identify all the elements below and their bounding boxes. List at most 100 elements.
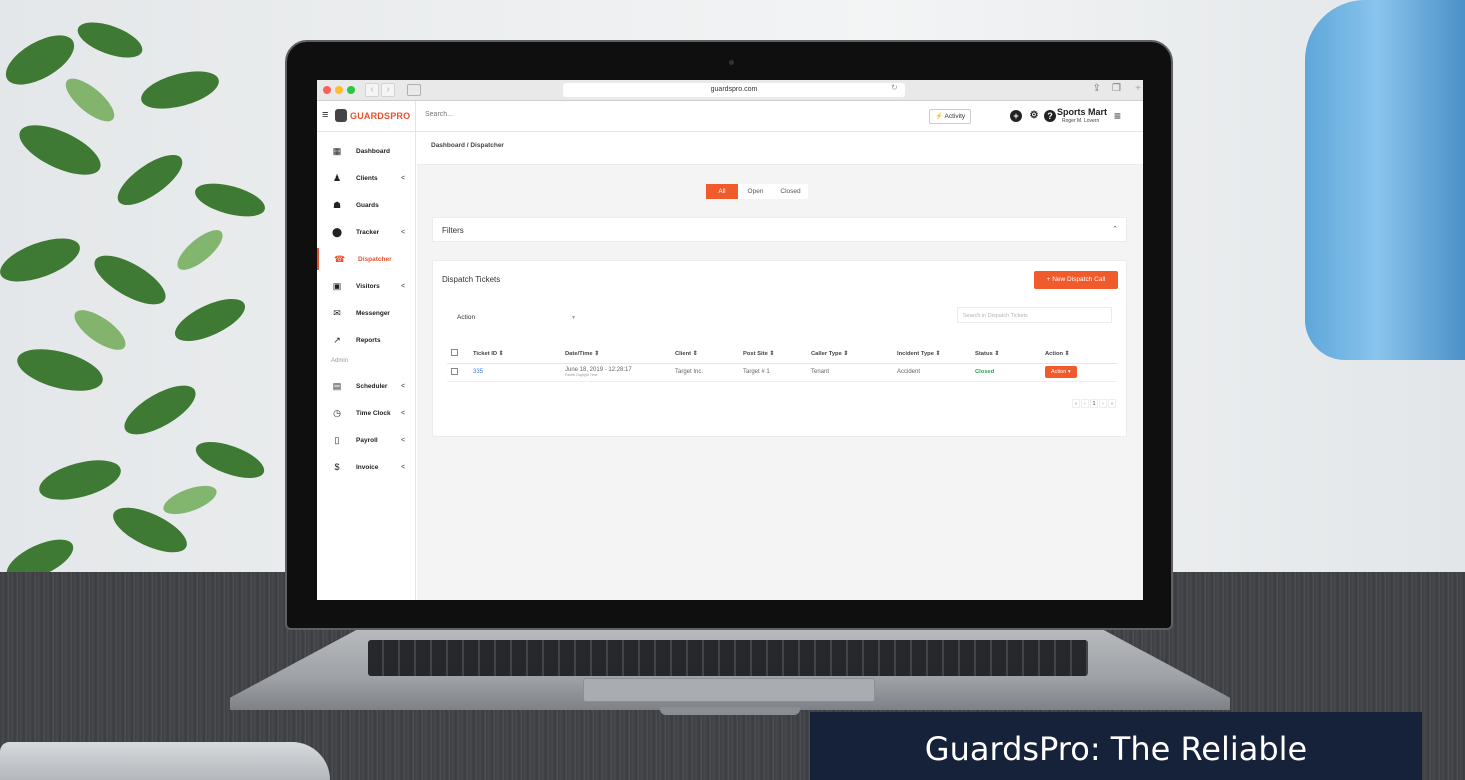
forward-icon[interactable]: › bbox=[381, 83, 395, 97]
share-icon[interactable]: ⇪ bbox=[1093, 83, 1101, 94]
back-icon[interactable]: ‹ bbox=[365, 83, 379, 97]
filters-panel[interactable]: Filters ⌃ bbox=[432, 217, 1127, 242]
sidebar-item-label: Clients bbox=[356, 174, 378, 182]
sidebar-item-reports[interactable]: ↗ Reports bbox=[317, 329, 416, 351]
chevron-left-icon: < bbox=[401, 436, 406, 444]
sidebar-item-messenger[interactable]: ✉ Messenger bbox=[317, 302, 416, 324]
laptop-lid: ‹ › guardspro.com ↻ ⇪ ❐ + ≡ GUARDSPRO ⚡ … bbox=[285, 40, 1173, 630]
sidebar-item-payroll[interactable]: ▯ Payroll < bbox=[317, 429, 416, 451]
sidebar-item-dispatcher[interactable]: ☎ Dispatcher bbox=[317, 248, 416, 270]
prev-page-button[interactable]: ‹ bbox=[1081, 399, 1089, 408]
column-header[interactable]: Client ⇕ bbox=[671, 345, 739, 364]
visitor-card-icon: ▣ bbox=[332, 281, 342, 291]
column-header[interactable]: Incident Type ⇕ bbox=[893, 345, 971, 364]
sidebar-item-label: Time Clock bbox=[356, 409, 391, 417]
new-dispatch-call-button[interactable]: + New Dispatch Call bbox=[1034, 271, 1118, 289]
sidebar-item-label: Reports bbox=[356, 336, 381, 344]
guard-icon: ☗ bbox=[332, 200, 342, 210]
sidebar-item-visitors[interactable]: ▣ Visitors < bbox=[317, 275, 416, 297]
column-header[interactable]: Action ⇕ bbox=[1041, 345, 1117, 364]
column-header[interactable]: Post Site ⇕ bbox=[739, 345, 807, 364]
status-filter-tabs: All Open Closed bbox=[706, 184, 808, 199]
chevron-up-icon[interactable]: ⌃ bbox=[1112, 225, 1118, 233]
chevron-left-icon: < bbox=[401, 228, 406, 236]
page-number-button[interactable]: 1 bbox=[1090, 399, 1098, 408]
sidebar-item-time-clock[interactable]: ◷ Time Clock < bbox=[317, 402, 416, 424]
filters-title: Filters bbox=[442, 226, 464, 235]
column-header[interactable]: Status ⇕ bbox=[971, 345, 1041, 364]
tab-open[interactable]: Open bbox=[738, 184, 773, 199]
sidebar-item-label: Visitors bbox=[356, 282, 380, 290]
ticket-incident-type: Accident bbox=[893, 363, 971, 382]
invoice-icon: $ bbox=[334, 462, 340, 472]
sidebar-item-guards[interactable]: ☗ Guards bbox=[317, 194, 416, 216]
column-header[interactable]: Date/Time ⇕ bbox=[561, 345, 671, 364]
new-tab-icon[interactable]: + bbox=[1135, 83, 1141, 94]
first-page-button[interactable]: « bbox=[1072, 399, 1080, 408]
table-header-row: Ticket ID ⇕ Date/Time ⇕ Client ⇕ Post Si… bbox=[447, 345, 1117, 364]
url-bar[interactable]: guardspro.com bbox=[563, 83, 905, 97]
tickets-table: Ticket ID ⇕ Date/Time ⇕ Client ⇕ Post Si… bbox=[447, 345, 1117, 382]
dispatcher-icon: ☎ bbox=[334, 254, 346, 264]
dispatch-tickets-panel: Dispatch Tickets + New Dispatch Call Act… bbox=[432, 260, 1127, 437]
camera-dot bbox=[729, 60, 734, 65]
document-icon: ▯ bbox=[334, 435, 340, 445]
tabs-icon[interactable]: ❐ bbox=[1112, 83, 1121, 94]
menu-icon[interactable]: ≡ bbox=[322, 109, 328, 121]
activity-label: Activity bbox=[944, 113, 966, 120]
app-header: ≡ GUARDSPRO ⚡ Activity + ⚙ ? Sports Mart… bbox=[317, 101, 1143, 132]
ticket-id-link[interactable]: 335 bbox=[473, 369, 483, 375]
sidebar-item-dashboard[interactable]: ▦ Dashboard bbox=[317, 140, 416, 162]
activity-button[interactable]: ⚡ Activity bbox=[929, 109, 972, 124]
column-header[interactable]: Ticket ID ⇕ bbox=[469, 345, 561, 364]
logo-area: ≡ GUARDSPRO bbox=[317, 101, 416, 132]
column-header[interactable]: Caller Type ⇕ bbox=[807, 345, 893, 364]
sidebar-item-label: Invoice bbox=[356, 463, 379, 471]
status-badge: Closed bbox=[975, 369, 995, 375]
bulk-action-select[interactable]: Action ▼ bbox=[457, 311, 582, 325]
calendar-icon: ▤ bbox=[332, 381, 342, 391]
grid-icon: ▦ bbox=[332, 146, 342, 156]
maximize-window-button[interactable] bbox=[347, 86, 355, 94]
caption-text: GuardsPro: The Reliable bbox=[924, 730, 1308, 768]
sidebar-toggle-icon[interactable] bbox=[407, 84, 421, 96]
sidebar-item-tracker[interactable]: ⬤ Tracker < bbox=[317, 221, 416, 243]
dispatch-tickets-title: Dispatch Tickets bbox=[442, 275, 501, 284]
caption-banner: GuardsPro: The Reliable bbox=[810, 712, 1422, 780]
sidebar-item-label: Scheduler bbox=[356, 382, 388, 390]
water-bottle-image bbox=[1305, 0, 1465, 360]
settings-icon[interactable]: ⚙ bbox=[1028, 110, 1040, 122]
select-all-checkbox[interactable] bbox=[451, 349, 458, 357]
phone-device-image bbox=[0, 742, 330, 780]
ticket-search-input[interactable]: Search in Dispatch Tickets bbox=[957, 307, 1112, 323]
ticket-timezone: Pacific Daylight Time bbox=[565, 373, 598, 377]
user-menu-icon[interactable]: ≡ bbox=[1114, 109, 1121, 123]
pagination: « ‹ 1 › » bbox=[1072, 399, 1116, 408]
next-page-button[interactable]: › bbox=[1099, 399, 1107, 408]
chevron-down-icon: ▼ bbox=[571, 315, 576, 321]
brand-logo[interactable]: GUARDSPRO bbox=[350, 111, 410, 121]
breadcrumb[interactable]: Dashboard / Dispatcher bbox=[431, 142, 504, 149]
sidebar-item-label: Payroll bbox=[356, 436, 378, 444]
minimize-window-button[interactable] bbox=[335, 86, 343, 94]
sidebar-item-clients[interactable]: ♟ Clients < bbox=[317, 167, 416, 189]
help-icon[interactable]: ? bbox=[1044, 110, 1056, 122]
ticket-caller-type: Tenant bbox=[807, 363, 893, 382]
row-action-button[interactable]: Action ▾ bbox=[1045, 366, 1077, 378]
close-window-button[interactable] bbox=[323, 86, 331, 94]
company-name[interactable]: Sports Mart bbox=[1057, 107, 1107, 117]
ticket-post-site: Target # 1 bbox=[739, 363, 807, 382]
add-icon[interactable]: + bbox=[1010, 110, 1022, 122]
admin-section-label: Admin bbox=[331, 358, 349, 364]
laptop-keyboard bbox=[368, 640, 1088, 676]
chevron-left-icon: < bbox=[401, 174, 406, 182]
sidebar-item-scheduler[interactable]: ▤ Scheduler < bbox=[317, 375, 416, 397]
reload-icon[interactable]: ↻ bbox=[891, 83, 898, 92]
breadcrumb-bar: Dashboard / Dispatcher bbox=[417, 132, 1143, 165]
tab-all[interactable]: All bbox=[706, 184, 738, 199]
tab-closed[interactable]: Closed bbox=[773, 184, 808, 199]
row-checkbox[interactable] bbox=[451, 367, 458, 375]
last-page-button[interactable]: » bbox=[1108, 399, 1116, 408]
sidebar-item-invoice[interactable]: $ Invoice < bbox=[317, 456, 416, 478]
global-search-input[interactable] bbox=[425, 111, 625, 118]
